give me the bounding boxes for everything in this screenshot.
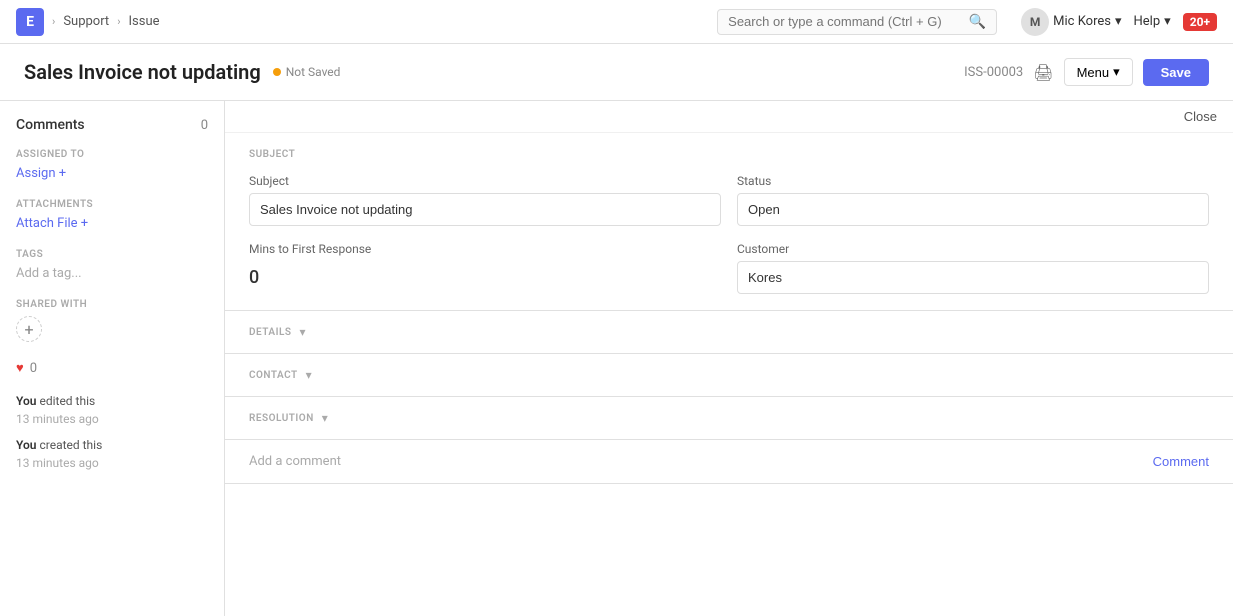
activity-item-1: You edited this 13 minutes ago <box>16 392 208 428</box>
avatar: M <box>1021 8 1049 36</box>
attachments-label: ATTACHMENTS <box>16 199 208 210</box>
mins-field: Mins to First Response 0 <box>249 242 721 294</box>
menu-chevron-icon: ▾ <box>1113 64 1120 80</box>
notifications-badge[interactable]: 20+ <box>1183 13 1217 31</box>
breadcrumb-support[interactable]: Support <box>63 14 109 29</box>
help-menu[interactable]: Help ▾ <box>1134 14 1171 29</box>
assign-link[interactable]: Assign + <box>16 166 208 181</box>
comment-area: Add a comment Comment <box>225 440 1233 484</box>
status-input[interactable] <box>737 193 1209 226</box>
top-navigation: E › Support › Issue 🔍 M Mic Kores ▾ Help… <box>0 0 1233 44</box>
activity-item-2: You created this 13 minutes ago <box>16 436 208 472</box>
not-saved-dot <box>273 68 281 76</box>
resolution-chevron-icon: ▾ <box>322 411 328 425</box>
comment-placeholder[interactable]: Add a comment <box>249 454 341 469</box>
breadcrumb-chevron-2: › <box>117 15 120 28</box>
page-header: Sales Invoice not updating Not Saved ISS… <box>0 44 1233 101</box>
details-section[interactable]: DETAILS ▾ <box>225 311 1233 354</box>
close-button[interactable]: Close <box>1184 109 1217 124</box>
resolution-label: RESOLUTION <box>249 413 314 424</box>
sidebar: Comments 0 ASSIGNED TO Assign + ATTACHME… <box>0 101 225 616</box>
assigned-to-label: ASSIGNED TO <box>16 149 208 160</box>
customer-field: Customer <box>737 242 1209 294</box>
search-icon: 🔍 <box>969 14 986 30</box>
likes-row: ♥ 0 <box>16 360 208 376</box>
customer-label: Customer <box>737 242 1209 256</box>
search-input[interactable] <box>728 14 963 29</box>
contact-section[interactable]: CONTACT ▾ <box>225 354 1233 397</box>
subject-field: Subject <box>249 174 721 226</box>
shared-with-label: SHARED WITH <box>16 299 208 310</box>
add-tag-link[interactable]: Add a tag... <box>16 266 82 281</box>
print-icon[interactable]: 🖨 <box>1033 63 1053 82</box>
user-name: Mic Kores <box>1053 14 1111 29</box>
mins-label: Mins to First Response <box>249 242 721 256</box>
issue-id: ISS-00003 <box>964 65 1023 80</box>
page-title: Sales Invoice not updating <box>24 60 261 84</box>
shared-plus-button[interactable]: + <box>16 316 42 342</box>
heart-icon: ♥ <box>16 360 24 376</box>
form-grid: Subject Status Mins to First Response 0 … <box>249 174 1209 294</box>
likes-count: 0 <box>30 361 37 376</box>
details-chevron-icon: ▾ <box>299 325 305 339</box>
not-saved-badge: Not Saved <box>273 65 341 79</box>
attachments-section: ATTACHMENTS Attach File + <box>16 199 208 231</box>
breadcrumb-issue[interactable]: Issue <box>129 14 160 29</box>
status-label: Status <box>737 174 1209 188</box>
assigned-to-section: ASSIGNED TO Assign + <box>16 149 208 181</box>
help-dropdown-chevron: ▾ <box>1164 14 1171 29</box>
resolution-section[interactable]: RESOLUTION ▾ <box>225 397 1233 440</box>
subject-label: Subject <box>249 174 721 188</box>
breadcrumb-chevron-1: › <box>52 15 55 28</box>
contact-chevron-icon: ▾ <box>306 368 312 382</box>
mins-value: 0 <box>249 261 721 294</box>
attach-file-link[interactable]: Attach File + <box>16 216 208 231</box>
subject-section: SUBJECT Subject Status Mins to First Res… <box>225 133 1233 311</box>
main-layout: Comments 0 ASSIGNED TO Assign + ATTACHME… <box>0 101 1233 616</box>
user-dropdown-chevron: ▾ <box>1115 14 1122 29</box>
user-menu[interactable]: M Mic Kores ▾ <box>1021 8 1121 36</box>
contact-label: CONTACT <box>249 370 298 381</box>
not-saved-label: Not Saved <box>286 65 341 79</box>
app-logo: E <box>16 8 44 36</box>
save-button[interactable]: Save <box>1143 59 1209 86</box>
page-header-actions: ISS-00003 🖨 Menu ▾ Save <box>964 58 1209 86</box>
help-label: Help <box>1134 14 1161 29</box>
details-label: DETAILS <box>249 327 291 338</box>
tags-section: TAGS Add a tag... <box>16 249 208 281</box>
search-bar[interactable]: 🔍 <box>717 9 997 35</box>
content-area: Close SUBJECT Subject Status Mins to Fir… <box>225 101 1233 616</box>
comments-label: Comments <box>16 117 85 133</box>
customer-input[interactable] <box>737 261 1209 294</box>
close-row: Close <box>225 101 1233 133</box>
nav-right-actions: M Mic Kores ▾ Help ▾ 20+ <box>1021 8 1217 36</box>
comment-button[interactable]: Comment <box>1153 454 1209 469</box>
tags-label: TAGS <box>16 249 208 260</box>
shared-with-section: SHARED WITH + <box>16 299 208 342</box>
menu-button[interactable]: Menu ▾ <box>1064 58 1133 86</box>
status-field: Status <box>737 174 1209 226</box>
subject-input[interactable] <box>249 193 721 226</box>
comments-row: Comments 0 <box>16 117 208 133</box>
comments-count: 0 <box>201 118 208 133</box>
subject-section-heading: SUBJECT <box>249 149 1209 160</box>
